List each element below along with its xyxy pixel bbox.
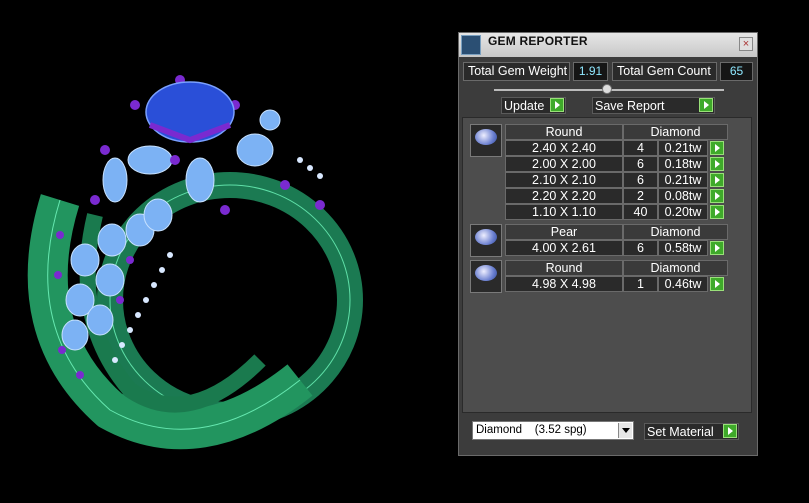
gem-size-cell: 2.20 X 2.20 — [505, 188, 623, 204]
panel-title: GEM REPORTER — [488, 34, 588, 48]
total-gem-weight-label: Total Gem Weight — [463, 62, 570, 81]
row-select-arrow-icon[interactable] — [710, 189, 724, 203]
panel-slider-handle[interactable] — [602, 84, 612, 94]
row-select-arrow-icon[interactable] — [710, 173, 724, 187]
material-dropdown-value: Diamond (3.52 spg) — [476, 424, 587, 436]
gem-reporter-app-icon — [461, 35, 481, 55]
ring-render — [27, 75, 363, 450]
pear-gem-icon — [470, 224, 502, 257]
group-material-header: Diamond — [623, 260, 728, 276]
total-gem-count-value: 65 — [720, 62, 753, 81]
gem-count-cell: 2 — [623, 188, 658, 204]
ring-3d-viewport[interactable] — [0, 0, 455, 503]
set-material-button-label: Set Material — [647, 425, 714, 439]
title-bar[interactable]: GEM REPORTER × — [459, 33, 757, 57]
row-select-arrow-icon[interactable] — [710, 141, 724, 155]
gem-weight-cell: 0.46tw — [658, 276, 708, 292]
gem-count-cell: 40 — [623, 204, 658, 220]
save-report-arrow-icon — [699, 98, 713, 112]
row-select-arrow-icon[interactable] — [710, 277, 724, 291]
update-arrow-icon — [550, 98, 564, 112]
gem-weight-cell: 0.20tw — [658, 204, 708, 220]
gem-count-cell: 4 — [623, 140, 658, 156]
save-report-button[interactable]: Save Report — [592, 97, 715, 114]
gem-size-cell: 2.00 X 2.00 — [505, 156, 623, 172]
update-button-label: Update — [504, 99, 545, 113]
update-button[interactable]: Update — [501, 97, 566, 114]
group-material-header: Diamond — [623, 224, 728, 240]
gem-count-cell: 6 — [623, 156, 658, 172]
row-select-arrow-icon[interactable] — [710, 157, 724, 171]
group-material-header: Diamond — [623, 124, 728, 140]
gem-size-cell: 2.40 X 2.40 — [505, 140, 623, 156]
set-material-arrow-icon — [723, 424, 737, 438]
gem-size-cell: 2.10 X 2.10 — [505, 172, 623, 188]
gem-weight-cell: 0.21tw — [658, 140, 708, 156]
group-shape-header: Round — [505, 124, 623, 140]
material-dropdown[interactable]: Diamond (3.52 spg) — [472, 421, 634, 440]
chevron-down-icon[interactable] — [618, 423, 632, 438]
round-gem-icon — [470, 124, 502, 157]
gem-weight-cell: 0.08tw — [658, 188, 708, 204]
round-gem-icon — [470, 260, 502, 293]
gem-weight-cell: 0.18tw — [658, 156, 708, 172]
gem-count-cell: 6 — [623, 172, 658, 188]
gem-weight-cell: 0.21tw — [658, 172, 708, 188]
close-button[interactable]: × — [739, 37, 753, 51]
gem-list: Round Diamond 2.40 X 2.40 4 0.21tw 2.00 … — [462, 117, 752, 413]
total-gem-count-label: Total Gem Count — [612, 62, 717, 81]
total-gem-weight-value: 1.91 — [573, 62, 608, 81]
group-shape-header: Pear — [505, 224, 623, 240]
gem-size-cell: 4.00 X 2.61 — [505, 240, 623, 256]
gem-weight-cell: 0.58tw — [658, 240, 708, 256]
set-material-button[interactable]: Set Material — [644, 423, 739, 440]
gem-count-cell: 1 — [623, 276, 658, 292]
group-shape-header: Round — [505, 260, 623, 276]
save-report-button-label: Save Report — [595, 99, 665, 113]
gem-size-cell: 4.98 X 4.98 — [505, 276, 623, 292]
gem-count-cell: 6 — [623, 240, 658, 256]
row-select-arrow-icon[interactable] — [710, 241, 724, 255]
gem-reporter-panel: GEM REPORTER × Total Gem Weight 1.91 Tot… — [458, 32, 758, 456]
gem-size-cell: 1.10 X 1.10 — [505, 204, 623, 220]
row-select-arrow-icon[interactable] — [710, 205, 724, 219]
center-gem — [145, 81, 235, 143]
